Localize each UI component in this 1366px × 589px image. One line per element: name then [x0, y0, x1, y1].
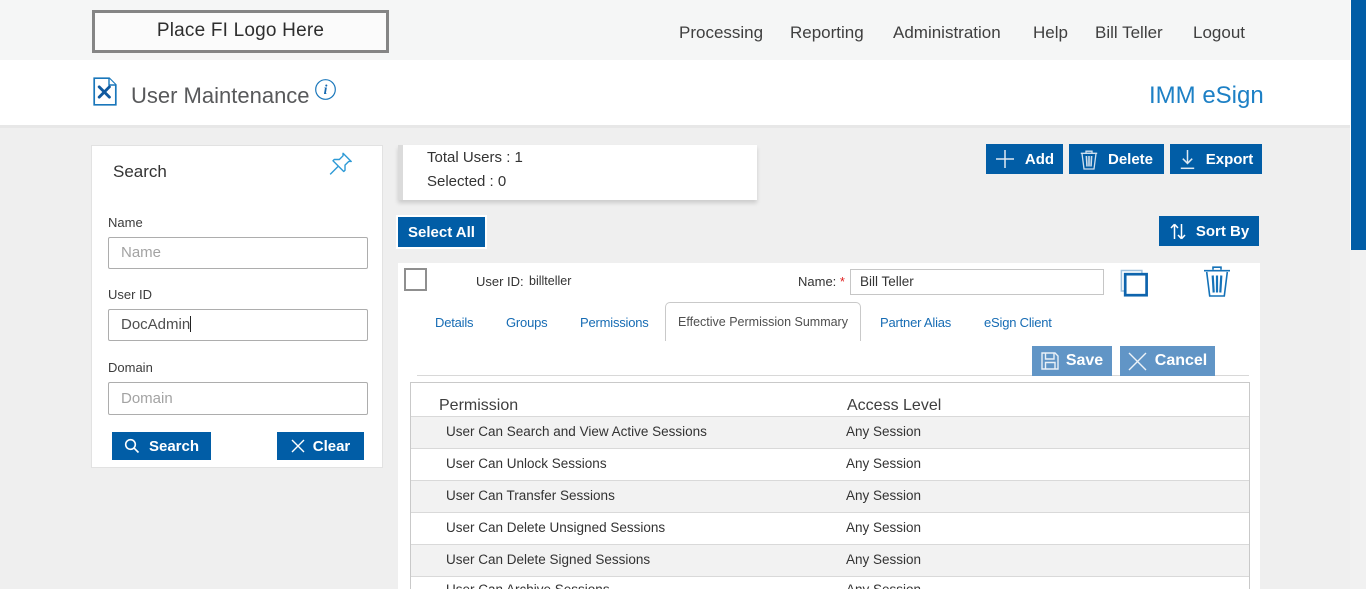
svg-text:i: i — [324, 82, 328, 97]
